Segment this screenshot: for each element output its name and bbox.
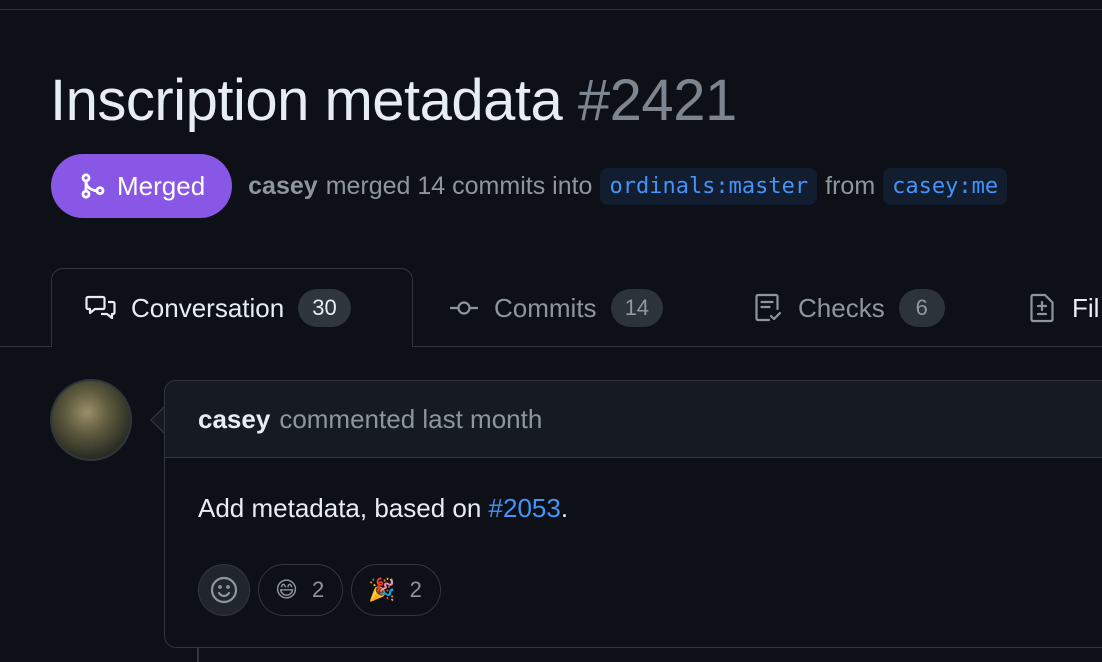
- reactions-bar: 😄 2 🎉 2: [198, 564, 441, 616]
- tab-label: Conversation: [131, 292, 285, 323]
- page-title: Inscription metadata #2421: [50, 66, 737, 136]
- reaction-count: 2: [311, 577, 325, 602]
- tab-commits[interactable]: Commits 14: [448, 268, 664, 348]
- pr-meta: Merged casey merged 14 commits into ordi…: [51, 154, 1015, 218]
- tab-checks[interactable]: Checks 6: [752, 268, 945, 348]
- head-branch[interactable]: casey:me: [883, 167, 1008, 205]
- top-border: [0, 0, 1102, 10]
- base-branch[interactable]: ordinals:master: [600, 167, 818, 205]
- merged-status-badge: Merged: [51, 154, 233, 218]
- smiley-icon: [210, 576, 238, 604]
- tab-label: Commits: [494, 292, 597, 323]
- smile-emoji-icon: 😄: [275, 577, 298, 602]
- tab-counter: 14: [610, 289, 664, 327]
- tab-counter: 6: [898, 289, 945, 327]
- comment-text-end: .: [560, 493, 569, 523]
- pr-tabs: Conversation 30 Commits 14 Checks 6 Fil: [0, 268, 1102, 348]
- timeline-line: [197, 648, 199, 662]
- comment-header: casey commented last month: [165, 381, 1102, 458]
- tab-conversation[interactable]: Conversation 30: [51, 268, 413, 347]
- pr-author-link[interactable]: casey: [248, 172, 318, 201]
- comment-author-link[interactable]: casey: [198, 404, 270, 435]
- comment-pointer: [150, 406, 165, 434]
- avatar[interactable]: [50, 379, 132, 461]
- comment-text: Add metadata, based on: [198, 493, 489, 523]
- from-text: from: [825, 171, 876, 200]
- file-diff-icon: [1030, 293, 1054, 323]
- git-merge-icon: [81, 173, 105, 199]
- reaction-smile[interactable]: 😄 2: [258, 564, 344, 616]
- pr-number: #2421: [577, 68, 737, 133]
- tab-files[interactable]: Fil: [1026, 268, 1099, 348]
- tab-counter: 30: [298, 289, 351, 327]
- party-popper-emoji-icon: 🎉: [368, 577, 396, 602]
- merged-text: merged 14 commits into: [325, 171, 593, 200]
- pr-title: Inscription metadata: [50, 68, 563, 133]
- checklist-icon: [755, 293, 782, 322]
- issue-link[interactable]: #2053: [489, 493, 561, 523]
- tab-label: Fil: [1072, 292, 1100, 323]
- comment-meta[interactable]: commented last month: [279, 404, 542, 435]
- tab-label: Checks: [798, 292, 885, 323]
- git-commit-icon: [450, 301, 478, 315]
- reaction-hooray[interactable]: 🎉 2: [351, 564, 441, 616]
- comment-body: Add metadata, based on #2053.: [198, 493, 568, 524]
- add-reaction-button[interactable]: [198, 564, 250, 616]
- comment-card: casey commented last month Add metadata,…: [164, 380, 1102, 648]
- status-label: Merged: [117, 170, 206, 201]
- comment-discussion-icon: [85, 295, 116, 320]
- reaction-count: 2: [409, 577, 422, 602]
